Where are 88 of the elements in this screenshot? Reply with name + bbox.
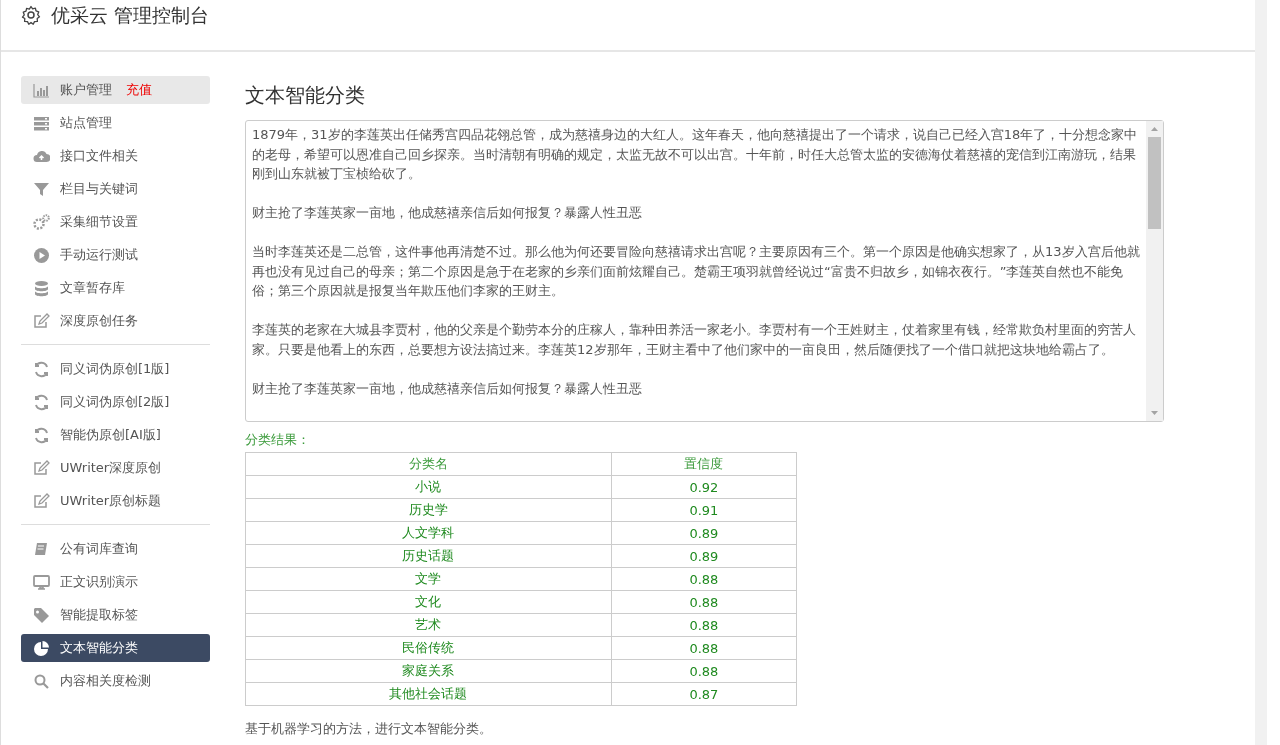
filter-icon (33, 180, 50, 198)
sidebar-item[interactable]: 内容相关度检测 (21, 667, 210, 695)
refresh-icon (33, 426, 50, 444)
item-label: 账户管理 (60, 81, 112, 99)
table-cell: 0.88 (611, 567, 797, 591)
table-cell: 0.89 (611, 544, 797, 568)
search-icon (33, 672, 50, 690)
table-cell: 0.87 (611, 682, 797, 706)
item-label: 采集细节设置 (60, 213, 138, 231)
text-paragraph: 1879年，31岁的李莲英出任储秀宫四品花翎总管，成为慈禧身边的大红人。这年春天，他向慈禧提出了一个请求，说自己已经入宫18年了，十分想念家中的老母，希望可以恩准自己回乡探亲。当时清朝有明确的规定，太监无故不可以出宫。十年前，时任大总管太监的安德海仗着慈禧的宠信到江南游玩，结果刚到山东就被丁宝桢给砍了。 (252, 126, 1139, 183)
item-label: 智能提取标签 (60, 606, 138, 624)
item-label: 文本智能分类 (60, 639, 138, 657)
item-label: 同义词伪原创[1版] (60, 360, 170, 378)
item-label: 内容相关度检测 (60, 672, 151, 690)
sidebar-item[interactable]: 智能伪原创[AI版] (21, 421, 210, 449)
settings-icon (21, 5, 41, 25)
table-cell: 小说 (245, 475, 612, 499)
database-icon (33, 279, 50, 297)
item-label: 文章暂存库 (60, 279, 125, 297)
sidebar-item[interactable]: UWriter深度原创 (21, 454, 210, 482)
item-label: 同义词伪原创[2版] (60, 393, 170, 411)
pie-chart-icon (33, 639, 50, 657)
play-icon (33, 246, 50, 264)
tag-icon (33, 606, 50, 624)
text-paragraph: 当时李莲英还是二总管，这件事他再清楚不过。那么他为何还要冒险向慈禧请求出宫呢？主要原因有三个。第一个原因是他确实想家了，从13岁入宫后他就再也没有见过自己的母亲；第二个原因是急于在老家的乡亲们面前炫耀自己。楚霸王项羽就曾经说过“富贵不归故乡，如锦衣夜行。”李莲英自然也不能免俗；第三个原因就是报复当年欺压他们李家的王财主。 (252, 243, 1140, 300)
recharge-link[interactable]: 充值 (126, 81, 152, 99)
sidebar-item[interactable]: 账户管理 充值 (21, 76, 210, 104)
table-cell: 0.89 (611, 521, 797, 545)
table-cell: 文学 (245, 567, 612, 591)
item-label: 深度原创任务 (60, 312, 138, 330)
page-title: 优采云 管理控制台 (51, 3, 210, 28)
sidebar-item[interactable]: 手动运行测试 (21, 241, 210, 269)
table-cell: 文化 (245, 590, 612, 614)
description-text: 基于机器学习的方法，进行文本智能分类。 (245, 720, 493, 738)
table-cell: 艺术 (245, 613, 612, 637)
text-paragraph: 财主抢了李莲英家一亩地，他成慈禧亲信后如何报复？暴露人性丑恶 (252, 204, 643, 222)
table-cell: 0.92 (611, 475, 797, 499)
column-header: 分类名 (245, 452, 612, 476)
table-cell: 民俗传统 (245, 636, 612, 660)
sidebar-item[interactable]: UWriter原创标题 (21, 487, 210, 515)
refresh-icon (33, 393, 50, 411)
item-label: 公有词库查询 (60, 540, 138, 558)
scrollbar-thumb[interactable] (1148, 137, 1161, 229)
item-label: 手动运行测试 (60, 246, 138, 264)
item-label: 接口文件相关 (60, 147, 138, 165)
sidebar-item[interactable]: 同义词伪原创[2版] (21, 388, 210, 416)
refresh-icon (33, 360, 50, 378)
sidebar-item[interactable]: 栏目与关键词 (21, 175, 210, 203)
sidebar-item[interactable]: 接口文件相关 (21, 142, 210, 170)
sidebar-item[interactable]: 文本智能分类 (21, 634, 210, 662)
section-heading: 文本智能分类 (245, 82, 366, 108)
server-icon (33, 114, 50, 132)
column-header: 置信度 (611, 452, 797, 476)
bar-chart-icon (33, 81, 50, 99)
edit-icon (33, 312, 50, 330)
table-cell: 0.88 (611, 613, 797, 637)
item-label: 正文识别演示 (60, 573, 138, 591)
table-cell: 历史学 (245, 498, 612, 522)
item-label: 站点管理 (60, 114, 112, 132)
item-label: UWriter深度原创 (60, 459, 162, 477)
sidebar-item[interactable]: 深度原创任务 (21, 307, 210, 335)
table-cell: 0.91 (611, 498, 797, 522)
text-paragraph: 李莲英的老家在大城县李贾村，他的父亲是个勤劳本分的庄稼人，靠种田养活一家老小。李贾村有一个王姓财主，仗着家里有钱，经常欺负村里面的穷苦人家。只要是他看上的东西，总要想方设法搞过来。李莲英12岁那年，王财主看中了他们家中的一亩良田，然后随便找了一个借口就把这块地给霸占了。 (252, 321, 1137, 359)
result-label: 分类结果： (245, 431, 311, 449)
sidebar-item[interactable]: 文章暂存库 (21, 274, 210, 302)
table-cell: 0.88 (611, 659, 797, 683)
scrollbar[interactable] (1146, 121, 1163, 421)
table-cell: 历史话题 (245, 544, 612, 568)
book-icon (33, 540, 50, 558)
table-cell: 其他社会话题 (245, 682, 612, 706)
table-cell: 人文学科 (245, 521, 612, 545)
item-label: 栏目与关键词 (60, 180, 138, 198)
edit-icon (33, 492, 50, 510)
table-cell: 0.88 (611, 636, 797, 660)
text-paragraph: 财主抢了李莲英家一亩地，他成慈禧亲信后如何报复？暴露人性丑恶 (252, 379, 643, 398)
item-label: UWriter原创标题 (60, 492, 162, 510)
item-label: 智能伪原创[AI版] (60, 426, 161, 444)
sidebar-item[interactable]: 站点管理 (21, 109, 210, 137)
table-cell: 家庭关系 (245, 659, 612, 683)
sidebar-item[interactable]: 公有词库查询 (21, 535, 210, 563)
text-area[interactable] (245, 120, 1164, 422)
sidebar-item[interactable]: 正文识别演示 (21, 568, 210, 596)
sidebar-item[interactable]: 采集细节设置 (21, 208, 210, 236)
edit-icon (33, 459, 50, 477)
monitor-icon (33, 573, 50, 591)
table-cell: 0.88 (611, 590, 797, 614)
sidebar-item[interactable]: 同义词伪原创[1版] (21, 355, 210, 383)
sidebar-item[interactable]: 智能提取标签 (21, 601, 210, 629)
